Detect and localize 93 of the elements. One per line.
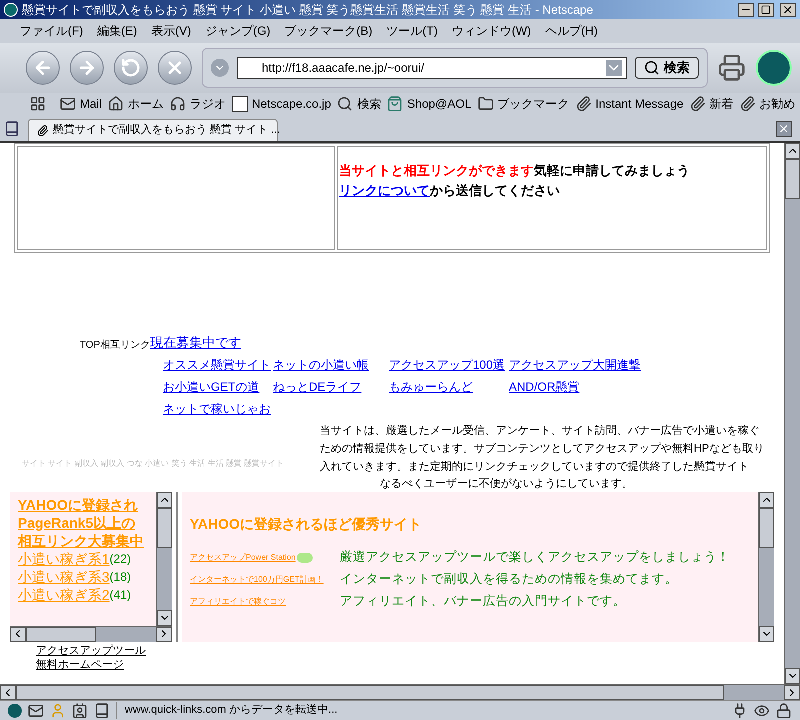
link[interactable]: AND/OR懸賞 bbox=[509, 378, 649, 396]
notebook-icon[interactable] bbox=[94, 702, 110, 718]
printer-icon[interactable] bbox=[718, 54, 746, 82]
maximize-icon bbox=[761, 4, 771, 14]
page-scrollbar[interactable] bbox=[784, 143, 800, 684]
scroll-thumb[interactable] bbox=[759, 508, 774, 548]
paperclip-icon bbox=[740, 96, 756, 112]
site-description: アフィリエイト、バナー広告の入門サイトです。 bbox=[340, 593, 626, 610]
count-text: (18) bbox=[110, 568, 132, 586]
bookmark-item[interactable]: ラジオ bbox=[170, 95, 226, 113]
menu-item[interactable]: 表示(V) bbox=[151, 22, 192, 40]
keyword-text: サイト サイト 副収入 副収入 つな 小遣い 笑う 生活 生活 懸賞 懸賞サイト bbox=[21, 458, 286, 470]
link[interactable]: オススメ懸賞サイト bbox=[163, 356, 269, 374]
url-text: http://f18.aaacafe.ne.jp/~oorui/ bbox=[262, 60, 426, 77]
home-icon bbox=[108, 96, 124, 112]
mail-icon[interactable] bbox=[28, 702, 44, 718]
lock-icon bbox=[776, 702, 792, 718]
paperclip-icon bbox=[37, 124, 49, 136]
bookmark-item[interactable]: Mail bbox=[60, 95, 102, 113]
mail-icon bbox=[60, 96, 76, 112]
bookmark-item[interactable]: お勧め bbox=[740, 95, 796, 113]
link[interactable]: ネットで稼いじゃお bbox=[163, 400, 269, 418]
link[interactable]: アクセスアップツール bbox=[36, 644, 784, 658]
close-icon bbox=[782, 4, 794, 16]
intro-paragraph: なるべくユーザーに不便がないようにしています。 bbox=[379, 476, 634, 492]
bookmark-item[interactable]: 検索 bbox=[337, 95, 382, 113]
new-badge-icon bbox=[296, 552, 313, 562]
frame-heading: YAHOOに登録されるほど優秀サイト bbox=[190, 514, 424, 534]
link[interactable]: アクセスアップ100選 bbox=[389, 356, 505, 374]
bookmark-item[interactable]: Shop@AOL bbox=[387, 95, 472, 113]
menu-item[interactable]: ウィンドウ(W) bbox=[452, 22, 532, 40]
link[interactable]: ネットの小遣い帳 bbox=[273, 356, 385, 374]
link[interactable]: リンクについて bbox=[339, 182, 430, 198]
close-button[interactable] bbox=[780, 2, 796, 16]
top-label: TOP相互リンク bbox=[80, 338, 150, 352]
menu-item[interactable]: ヘルプ(H) bbox=[545, 22, 598, 40]
search-icon bbox=[644, 60, 660, 76]
menu-item[interactable]: ブックマーク(B) bbox=[284, 22, 373, 40]
link[interactable]: お小遣いGETの道 bbox=[163, 378, 269, 396]
close-tab-button[interactable] bbox=[776, 121, 792, 137]
link[interactable]: アクセスアップ大開進撃 bbox=[509, 356, 649, 374]
scrollbar[interactable] bbox=[10, 626, 172, 642]
menu-item[interactable]: ツール(T) bbox=[386, 22, 438, 40]
forward-button[interactable] bbox=[70, 51, 104, 85]
count-text: (41) bbox=[110, 586, 132, 604]
scroll-thumb[interactable] bbox=[785, 159, 800, 199]
bookmark-item[interactable]: 新着 bbox=[690, 95, 734, 113]
close-icon bbox=[778, 123, 790, 135]
window-title: 懸賞サイトで副収入をもらおう 懸賞 サイト 小遣い 懸賞 笑う懸賞生活 懸賞生活 笑う 懸賞 生活 - Netscape bbox=[22, 2, 594, 18]
page-scrollbar[interactable] bbox=[0, 684, 800, 700]
back-button[interactable] bbox=[26, 51, 60, 85]
stop-button[interactable] bbox=[158, 51, 192, 85]
menu-item[interactable]: ジャンプ(G) bbox=[205, 22, 271, 40]
back-arrow-icon bbox=[33, 58, 53, 78]
status-text: www.quick-links.com からデータを転送中... bbox=[116, 702, 726, 719]
paperclip-icon bbox=[576, 96, 592, 112]
bookmark-item[interactable]: ブックマーク bbox=[478, 95, 570, 113]
reload-button[interactable] bbox=[114, 51, 148, 85]
link[interactable]: 現在募集中です bbox=[150, 333, 242, 352]
browser-tab[interactable]: 懸賞サイトで副収入をもらおう 懸賞 サイト ... bbox=[28, 119, 278, 141]
scroll-thumb[interactable] bbox=[157, 508, 172, 548]
grid-icon[interactable] bbox=[30, 96, 46, 112]
count-text: (22) bbox=[110, 550, 132, 568]
url-field[interactable]: http://f18.aaacafe.ne.jp/~oorui/ bbox=[237, 57, 627, 79]
headphones-icon bbox=[170, 96, 186, 112]
folder-icon bbox=[478, 96, 494, 112]
bag-icon bbox=[387, 96, 404, 112]
site-description: インターネットで副収入を得るための情報を集めてます。 bbox=[340, 571, 678, 588]
bookmark-item[interactable]: Instant Message bbox=[576, 95, 684, 113]
scroll-thumb[interactable] bbox=[16, 685, 724, 700]
intro-paragraph: 当サイトは、厳選したメール受信、アンケート、サイト訪問、バナー広告で小遣いを稼ぐための情報提供をしています。サブコンテンツとしてアクセスアップや無料HPなども取り入れていきます。また定期的にリンクチェックしていますので提供終了した懸賞サイト bbox=[320, 424, 765, 474]
link[interactable]: 無料ホームページ bbox=[36, 658, 784, 672]
caret-icon[interactable] bbox=[606, 60, 622, 76]
search-icon bbox=[337, 96, 354, 112]
link-notice: 当サイトと相互リンクができます気軽に申請してみましょう bbox=[339, 162, 691, 180]
link-notice: リンクについてから送信してください bbox=[339, 182, 561, 200]
reload-arrow-icon bbox=[121, 58, 141, 78]
link[interactable]: ねっとDEライフ bbox=[273, 378, 385, 396]
link[interactable]: もみゅーらんど bbox=[389, 378, 505, 396]
eye-icon bbox=[754, 702, 770, 718]
menu-item[interactable]: 編集(E) bbox=[97, 22, 138, 40]
menu-item[interactable]: ファイル(F) bbox=[20, 22, 84, 40]
scroll-thumb[interactable] bbox=[26, 626, 96, 642]
bookmark-item[interactable]: Netscape.co.jp bbox=[232, 95, 332, 113]
maximize-button[interactable] bbox=[758, 2, 774, 16]
contact-card-icon[interactable] bbox=[72, 702, 88, 718]
paperclip-icon bbox=[690, 96, 706, 112]
scrollbar[interactable] bbox=[758, 492, 774, 642]
bookmark-item[interactable]: ホーム bbox=[108, 95, 164, 113]
site-description: 厳選アクセスアップツールで楽しくアクセスアップをしましょう！ bbox=[340, 549, 730, 566]
search-button[interactable]: 検索 bbox=[635, 57, 699, 79]
minimize-button[interactable] bbox=[738, 2, 754, 16]
scrollbar[interactable] bbox=[156, 492, 172, 626]
